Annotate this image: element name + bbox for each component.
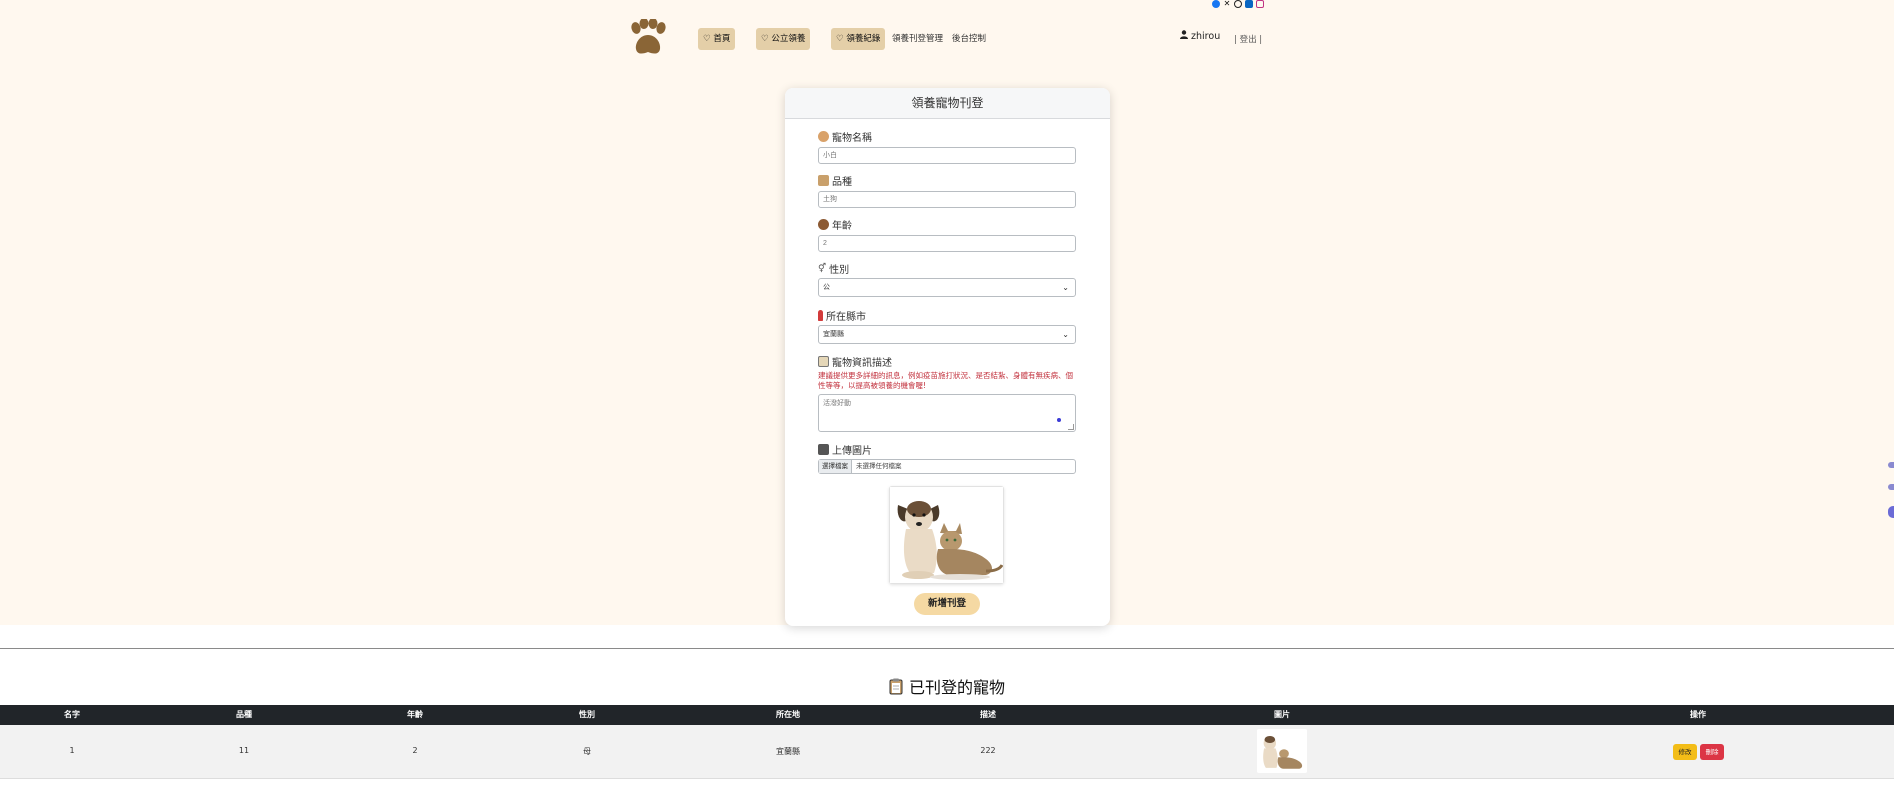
pin-icon [818, 310, 823, 321]
breed-input[interactable] [818, 191, 1076, 208]
user-menu[interactable]: zhirou [1180, 30, 1220, 42]
age-input[interactable] [818, 235, 1076, 252]
image-preview [889, 486, 1004, 584]
city-select[interactable]: 宜蘭縣 ⌄ [818, 325, 1076, 344]
col-image: 圖片 [1274, 710, 1290, 719]
side-widget-tab-1[interactable] [1888, 462, 1894, 468]
gender-icon: ⚥ [818, 263, 827, 274]
cell-description: 222 [980, 746, 996, 755]
messenger-icon[interactable] [1245, 0, 1253, 8]
camera-icon [818, 444, 829, 455]
resize-handle-icon[interactable] [1068, 424, 1074, 430]
clipboard-icon [818, 175, 829, 186]
edit-button[interactable]: 修改 [1673, 744, 1697, 760]
description-label: 寵物資訊描述 [818, 354, 892, 369]
col-description: 描述 [980, 710, 996, 719]
gender-label: ⚥ 性別 [818, 263, 850, 277]
table-row: 1 11 2 母 宜蘭縣 222 修改 刪除 [0, 725, 1894, 779]
description-textarea[interactable]: 活潑好動 [818, 394, 1076, 432]
col-breed: 品種 [236, 710, 252, 719]
clipboard-icon [889, 678, 903, 695]
user-icon [1180, 30, 1191, 42]
nav-adoption-records-button[interactable]: ♡ 領養紀錄 [831, 28, 886, 50]
nav-listing-manage-link[interactable]: 領養刊登管理 [892, 28, 943, 50]
file-status: 未選擇任何檔案 [856, 462, 902, 470]
col-actions: 操作 [1690, 710, 1706, 719]
age-label: 年齡 [818, 217, 852, 232]
add-listing-button[interactable]: 新增刊登 [914, 593, 980, 615]
cell-breed: 11 [238, 746, 250, 755]
memo-icon [818, 356, 829, 367]
chevron-down-icon: ⌄ [1062, 283, 1069, 292]
delete-button[interactable]: 刪除 [1700, 744, 1724, 760]
form-title: 領養寵物刊登 [785, 88, 1110, 119]
x-icon[interactable]: ✕ [1223, 0, 1231, 8]
description-hint: 建議提供更多詳細的訊息，例如疫苗施打狀況、是否結紮、身體有無疾病、個性等等，以提… [818, 371, 1073, 390]
pet-thumbnail [1257, 729, 1307, 773]
gender-select[interactable]: 公 ⌄ [818, 278, 1076, 297]
city-label: 所在縣市 [818, 308, 866, 323]
cell-name: 1 [69, 746, 75, 755]
file-input[interactable]: 選擇檔案 未選擇任何檔案 [818, 459, 1076, 474]
facebook-icon[interactable] [1212, 0, 1220, 8]
nav-home-button[interactable]: ♡ 首頁 [698, 28, 736, 50]
col-gender: 性別 [579, 710, 595, 719]
breed-label: 品種 [818, 173, 852, 188]
threads-icon[interactable] [1234, 0, 1242, 8]
upload-label: 上傳圖片 [818, 442, 872, 457]
side-widget-tab-2[interactable] [1888, 484, 1894, 490]
listing-title: 已刊登的寵物 [0, 674, 1894, 698]
listing-form-card: 領養寵物刊登 寵物名稱 品種 年齡 ⚥ 性別 公 ⌄ 所在縣市 宜蘭縣 ⌄ 寵物… [785, 88, 1110, 626]
cell-age: 2 [412, 746, 418, 755]
instagram-icon[interactable] [1256, 0, 1264, 8]
col-age: 年齡 [407, 710, 423, 719]
username-label: zhirou [1191, 31, 1221, 42]
pet-face-icon [818, 131, 829, 142]
dog-and-cat-image [890, 487, 1004, 583]
nav-admin-panel-link[interactable]: 後台控制 [952, 28, 986, 50]
col-location: 所在地 [776, 710, 800, 719]
paw-logo-icon[interactable] [627, 18, 669, 57]
logout-link[interactable]: | 登出 | [1234, 33, 1262, 45]
cell-gender: 母 [583, 747, 591, 756]
col-name: 名字 [64, 710, 80, 719]
cell-location: 宜蘭縣 [776, 747, 800, 756]
pet-name-label: 寵物名稱 [818, 129, 872, 144]
cake-icon [818, 219, 829, 230]
table-header: 名字 品種 年齡 性別 所在地 描述 圖片 操作 [0, 705, 1894, 725]
side-widget-bot-icon[interactable] [1888, 506, 1894, 518]
grammar-dot-icon [1057, 418, 1061, 422]
chevron-down-icon: ⌄ [1062, 330, 1069, 339]
nav-public-adoption-button[interactable]: ♡ 公立領養 [756, 28, 811, 50]
pet-name-input[interactable] [818, 147, 1076, 164]
choose-file-button[interactable]: 選擇檔案 [819, 460, 852, 473]
section-divider [0, 648, 1894, 649]
social-links: ✕ [1212, 0, 1264, 8]
